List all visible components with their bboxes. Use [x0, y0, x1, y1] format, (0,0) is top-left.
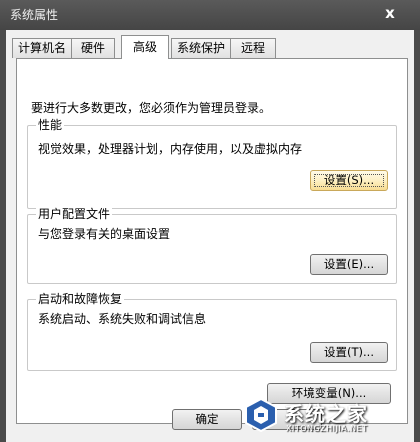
tab-remote[interactable]: 远程 — [230, 38, 276, 58]
performance-description: 视觉效果，处理器计划，内存使用，以及虚拟内存 — [38, 142, 303, 156]
performance-group: 性能 视觉效果，处理器计划，内存使用，以及虚拟内存 设置(S)... — [27, 117, 397, 209]
user-profiles-description: 与您登录有关的桌面设置 — [38, 227, 171, 241]
startup-recovery-settings-label: 设置(T)... — [324, 345, 374, 359]
watermark: 系统之家 XITONGZHIJIA.NET — [240, 392, 420, 442]
admin-notice: 要进行大多数更改，您必须作为管理员登录。 — [31, 101, 272, 115]
startup-recovery-description: 系统启动、系统失败和调试信息 — [38, 312, 207, 326]
ok-label: 确定 — [195, 412, 219, 426]
user-profiles-settings-button[interactable]: 设置(E)... — [310, 254, 388, 275]
user-profiles-title: 用户配置文件 — [36, 206, 113, 222]
title-bar: 系统属性 x — [0, 0, 420, 30]
user-profiles-group: 用户配置文件 与您登录有关的桌面设置 设置(E)... — [27, 206, 397, 284]
advanced-tab-panel: 要进行大多数更改，您必须作为管理员登录。 性能 视觉效果，处理器计划，内存使用，… — [16, 58, 408, 424]
user-profiles-settings-label: 设置(E)... — [323, 257, 375, 271]
ok-button[interactable]: 确定 — [172, 409, 242, 430]
performance-title: 性能 — [36, 117, 65, 133]
watermark-brand: 系统之家 — [284, 402, 368, 426]
startup-recovery-group: 启动和故障恢复 系统启动、系统失败和调试信息 设置(T)... — [27, 291, 397, 371]
window-title: 系统属性 — [10, 8, 59, 22]
brand-logo-icon — [245, 397, 277, 433]
focus-ring — [314, 174, 384, 187]
watermark-url: XITONGZHIJIA.NET — [286, 424, 368, 433]
tab-computer-name[interactable]: 计算机名 — [12, 38, 72, 58]
tab-advanced[interactable]: 高级 — [121, 35, 169, 59]
tab-hardware[interactable]: 硬件 — [71, 38, 115, 58]
startup-recovery-settings-button[interactable]: 设置(T)... — [310, 342, 388, 363]
close-icon[interactable]: x — [378, 3, 402, 23]
tab-system-protection[interactable]: 系统保护 — [171, 38, 231, 58]
performance-settings-button[interactable]: 设置(S)... — [310, 170, 388, 191]
dialog-body: 计算机名 硬件 高级 系统保护 远程 要进行大多数更改，您必须作为管理员登录。 … — [6, 30, 414, 442]
startup-recovery-title: 启动和故障恢复 — [36, 291, 125, 307]
